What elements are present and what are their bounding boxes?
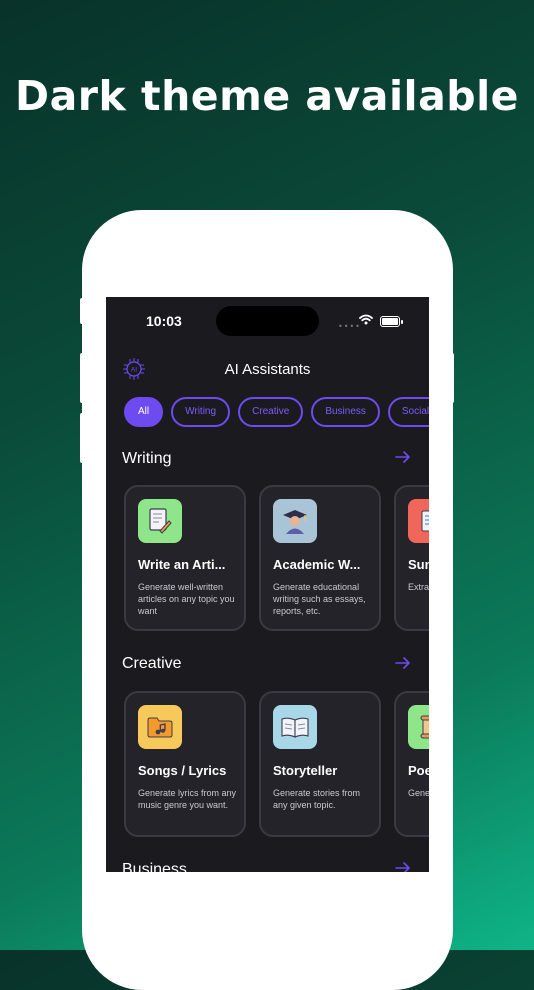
open-book-icon xyxy=(273,705,317,749)
chip-writing[interactable]: Writing xyxy=(171,397,231,427)
app-screen: 10:03 •••• AI AI Assistants All Writing … xyxy=(106,297,429,872)
card-poem[interactable]: Poe Gene diffe xyxy=(394,691,429,837)
section-title-business: Business xyxy=(122,861,187,872)
section-title-creative: Creative xyxy=(122,655,182,672)
category-chips: All Writing Creative Business Social xyxy=(124,397,429,427)
battery-icon xyxy=(380,316,403,327)
page-title: AI Assistants xyxy=(224,361,311,378)
card-title: Write an Arti... xyxy=(138,557,226,572)
music-folder-icon xyxy=(138,705,182,749)
card-songs-lyrics[interactable]: Songs / Lyrics Generate lyrics from any … xyxy=(124,691,246,837)
card-description: Generate well-written articles on any to… xyxy=(138,582,235,616)
arrow-right-icon[interactable] xyxy=(394,655,412,671)
card-title: Sum xyxy=(408,557,429,572)
chip-all[interactable]: All xyxy=(124,397,164,427)
arrow-right-icon[interactable] xyxy=(394,860,412,872)
wifi-icon xyxy=(359,314,373,325)
card-summarize[interactable]: Sum Extra from xyxy=(394,485,429,631)
graduate-icon xyxy=(273,499,317,543)
card-title: Storyteller xyxy=(273,763,338,778)
card-write-article[interactable]: Write an Arti... Generate well-written a… xyxy=(124,485,246,631)
chip-creative[interactable]: Creative xyxy=(238,397,304,427)
card-description: Generate lyrics from any music genre you… xyxy=(138,788,237,810)
status-bar: 10:03 •••• xyxy=(106,297,429,347)
chip-business[interactable]: Business xyxy=(311,397,380,427)
card-description: Generate educational writing such as ess… xyxy=(273,582,366,616)
headline: Dark theme available xyxy=(15,72,519,120)
card-storyteller[interactable]: Storyteller Generate stories from any gi… xyxy=(259,691,381,837)
section-title-writing: Writing xyxy=(122,450,172,467)
arrow-right-icon[interactable] xyxy=(394,449,412,465)
card-description: Extra from xyxy=(408,582,429,592)
chip-social[interactable]: Social xyxy=(387,397,429,427)
dynamic-island xyxy=(216,306,319,336)
card-title: Poe xyxy=(408,763,429,778)
status-time: 10:03 xyxy=(146,313,182,329)
scroll-icon xyxy=(408,705,429,749)
card-title: Songs / Lyrics xyxy=(138,763,227,778)
card-title: Academic W... xyxy=(273,557,361,572)
card-description: Gene diffe xyxy=(408,788,429,798)
card-description: Generate stories from any given topic. xyxy=(273,788,361,810)
summary-icon xyxy=(408,499,429,543)
signal-dots-icon: •••• xyxy=(338,322,361,331)
card-academic-writing[interactable]: Academic W... Generate educational writi… xyxy=(259,485,381,631)
document-pencil-icon xyxy=(138,499,182,543)
